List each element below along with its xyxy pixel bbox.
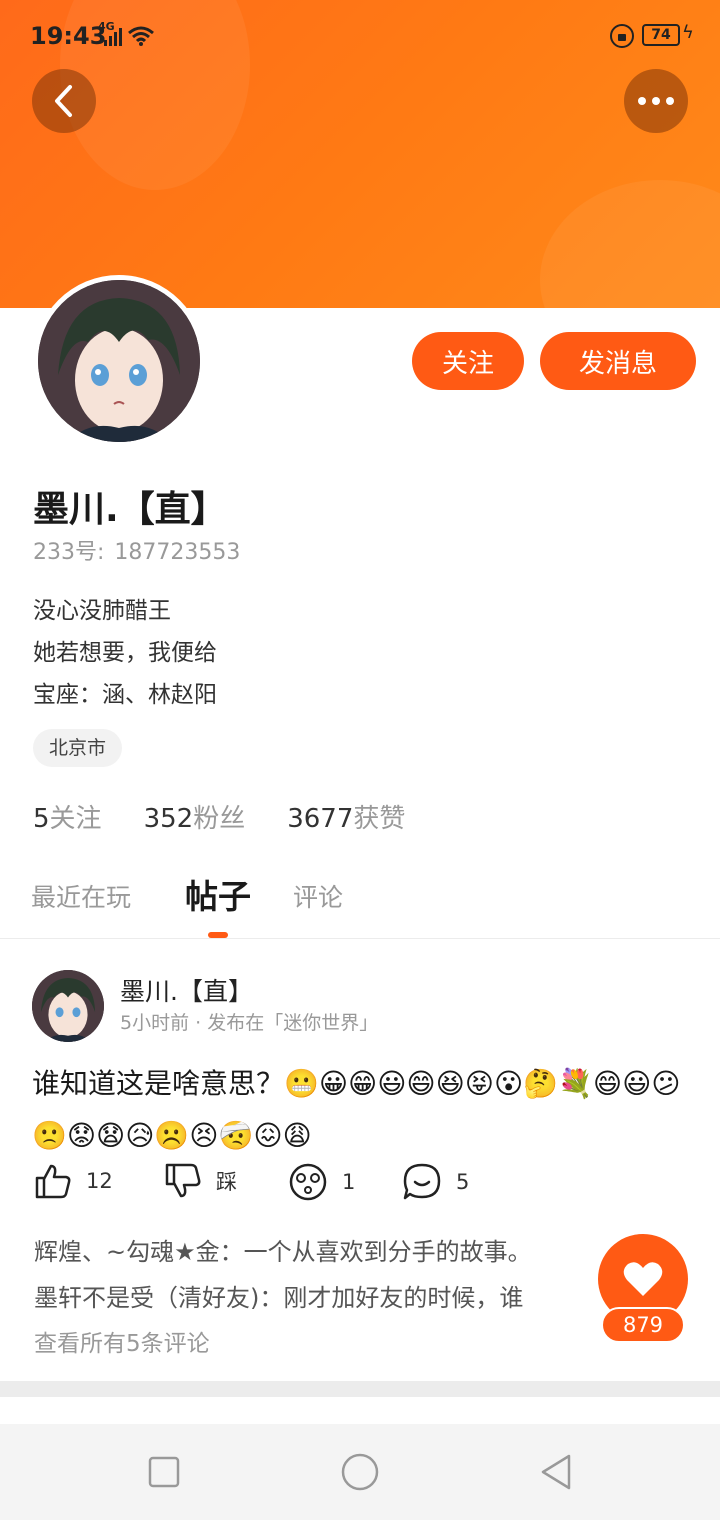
post-author-name[interactable]: 墨川.【直】 (120, 972, 253, 1008)
more-dots-icon (638, 97, 674, 105)
status-bar: 19:43 4G 74 ϟ (0, 18, 720, 58)
banner-decoration (540, 180, 720, 308)
tab-comments[interactable]: 评论 (293, 878, 343, 914)
comment-preview[interactable]: 辉煌、~勾魂★金：一个从喜欢到分手的故事。 (34, 1232, 604, 1267)
stat-likes: 3677获赞 (287, 798, 405, 835)
post-actions: 12 踩 1 5 (34, 1162, 684, 1206)
avatar-image (38, 280, 200, 442)
status-time: 19:43 (30, 22, 107, 50)
dislike-label: 踩 (216, 1170, 237, 1194)
system-nav-bar (0, 1424, 720, 1520)
triangle-back-icon (541, 1454, 571, 1490)
follow-button[interactable]: 关注 (412, 332, 524, 390)
battery-icon: 74 (642, 24, 680, 46)
location-badge: 北京市 (33, 729, 123, 767)
thumbs-down-icon (165, 1163, 201, 1198)
tab-recently-played[interactable]: 最近在玩 (31, 878, 131, 914)
post-author-avatar[interactable] (32, 970, 104, 1042)
surprised-face-icon (289, 1163, 327, 1201)
user-id: 233号: 187723553 (33, 534, 240, 566)
home-button[interactable] (340, 1452, 380, 1492)
stat-number: 5 (33, 804, 50, 834)
uid-label: 233号: (33, 540, 105, 565)
circle-icon (341, 1453, 379, 1491)
stat-label: 获赞 (353, 804, 406, 834)
heart-icon (623, 1262, 663, 1296)
view-all-comments-link[interactable]: 查看所有5条评论 (34, 1324, 210, 1358)
tab-posts[interactable]: 帖子 (185, 870, 251, 918)
like-count: 12 (86, 1169, 113, 1193)
thumbs-up-icon (35, 1164, 71, 1199)
wifi-icon (128, 26, 154, 46)
stat-number: 352 (143, 804, 194, 834)
section-separator (0, 1381, 720, 1397)
back-button[interactable] (32, 69, 96, 133)
stat-label: 粉丝 (193, 804, 246, 834)
signal-icon (104, 28, 122, 46)
more-button[interactable] (624, 69, 688, 133)
system-back-button[interactable] (536, 1452, 576, 1492)
stat-label: 关注 (49, 804, 102, 834)
post-meta: 5小时前 · 发布在「迷你世界」 (120, 1012, 379, 1034)
comment-preview[interactable]: 墨轩不是受（清好友)：刚才加好友的时候，谁 (34, 1278, 604, 1313)
comment-count: 5 (456, 1170, 470, 1194)
bio-line: 她若想要，我便给 (33, 640, 217, 666)
like-button[interactable]: 12 (34, 1162, 113, 1200)
uid-value: 187723553 (114, 540, 241, 565)
send-message-button[interactable]: 发消息 (540, 332, 696, 390)
user-nickname: 墨川.【直】 (33, 489, 227, 530)
rotation-lock-icon (610, 24, 634, 48)
stat-followers[interactable]: 352粉丝 (144, 798, 246, 835)
divider (0, 938, 720, 939)
reaction-count: 1 (342, 1170, 356, 1194)
post-content[interactable]: 谁知道这是啥意思？😬😀😁😃😄😆😝😮🤔💐😄😃😕🙁😟😧😥☹️😣🤕😖😩 (32, 1058, 692, 1162)
stat-following[interactable]: 5关注 (33, 798, 102, 835)
charging-icon: ϟ (682, 22, 694, 43)
avatar[interactable] (33, 275, 205, 447)
bio-line: 宝座：涵、林赵阳 (33, 682, 217, 708)
chevron-left-icon (55, 85, 72, 117)
recent-apps-button[interactable] (144, 1452, 184, 1492)
square-icon (148, 1456, 180, 1488)
comment-button[interactable]: 5 (402, 1162, 469, 1202)
floating-like-count: 879 (601, 1307, 685, 1343)
dislike-button[interactable]: 踩 (164, 1162, 237, 1200)
profile-stats: 5关注 352粉丝 3677获赞 (33, 798, 405, 835)
reaction-button[interactable]: 1 (288, 1162, 355, 1202)
bio-line: 没心没肺醋王 (33, 598, 171, 624)
stat-number: 3677 (287, 804, 354, 834)
comment-bubble-icon (403, 1163, 441, 1200)
